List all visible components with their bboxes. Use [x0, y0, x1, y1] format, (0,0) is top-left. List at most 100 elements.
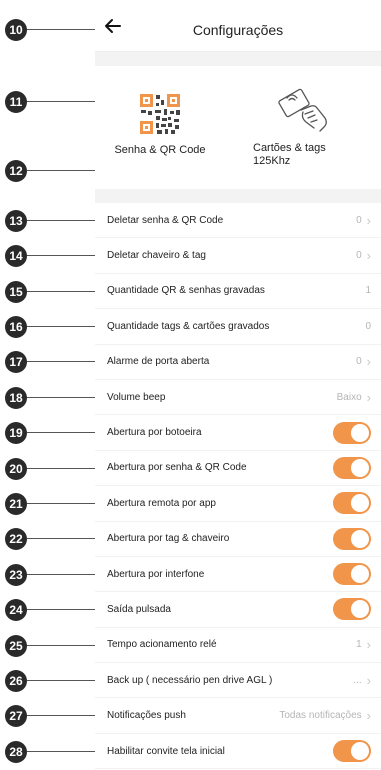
- toggle-switch[interactable]: [333, 421, 371, 444]
- toggle-knob: [351, 529, 369, 548]
- cards-tags-label-line1: Cartões & tags: [253, 142, 326, 154]
- toggle-knob: [351, 494, 369, 513]
- callout-number: 14: [5, 245, 27, 268]
- settings-row-value: 0: [356, 214, 362, 226]
- settings-row-label: Habilitar convite tela inicial: [107, 745, 225, 757]
- callout-number: 22: [5, 528, 27, 551]
- chevron-right-icon: ›: [366, 708, 371, 724]
- settings-row[interactable]: Abertura por interfone: [95, 557, 381, 593]
- settings-row-label: Abertura por senha & QR Code: [107, 462, 247, 474]
- callout-number: 16: [5, 315, 27, 338]
- callout-21: 21: [0, 492, 104, 515]
- settings-row-label: Abertura por botoeira: [107, 427, 202, 439]
- chevron-right-icon: ›: [366, 672, 371, 688]
- toggle-knob: [351, 458, 369, 477]
- callout-20: 20: [0, 457, 104, 480]
- settings-row-label: Quantidade QR & senhas gravadas: [107, 285, 265, 297]
- callout-line: [27, 29, 103, 30]
- callout-line: [27, 325, 104, 327]
- settings-row[interactable]: Alarme de porta aberta 0 ›: [95, 345, 381, 380]
- callout-27: 27: [0, 705, 104, 728]
- callout-26: 26: [0, 669, 104, 692]
- cards-tags-tile[interactable]: Cartões & tags 125Khz: [253, 82, 373, 168]
- settings-row-label: Quantidade tags & cartões gravados: [107, 320, 270, 332]
- callout-line: [27, 609, 104, 611]
- settings-row-value-group: 0 ›: [356, 355, 371, 368]
- settings-row-label: Back up ( necessário pen drive AGL ): [107, 674, 273, 686]
- toggle-knob: [351, 600, 369, 619]
- toggle-switch[interactable]: [333, 563, 371, 586]
- cards-tags-label-line2: 125Khz: [253, 155, 291, 167]
- chevron-right-icon: ›: [366, 389, 371, 405]
- callout-number: 18: [5, 386, 27, 409]
- toggle-knob: [351, 565, 369, 584]
- settings-row[interactable]: Notificações push Todas notificações ›: [95, 698, 381, 734]
- callout-line: [27, 467, 104, 469]
- callout-number: 12: [5, 160, 27, 182]
- settings-row-value-group: 1 ›: [356, 638, 371, 651]
- callout-18: 18: [0, 386, 104, 409]
- settings-row-value: 1: [356, 639, 362, 651]
- settings-row[interactable]: Abertura por senha & QR Code: [95, 451, 381, 487]
- callout-15: 15: [0, 280, 104, 303]
- callout-number: 28: [5, 740, 27, 763]
- section-divider: [95, 189, 381, 203]
- settings-row-label: Abertura remota por app: [107, 497, 216, 509]
- callout-line: [27, 255, 104, 257]
- settings-row[interactable]: Abertura por tag & chaveiro: [95, 522, 381, 557]
- callout-22: 22: [0, 528, 104, 551]
- qr-code-tile-label: Senha & QR Code: [114, 144, 206, 156]
- settings-row-value-group: 0 ›: [356, 249, 371, 262]
- callout-line: [27, 502, 104, 504]
- settings-row-value: Baixo: [336, 391, 362, 403]
- settings-row[interactable]: Deletar chaveiro & tag 0 ›: [95, 238, 381, 274]
- settings-row-label: Tempo acionamento relé: [107, 639, 217, 651]
- toggle-switch[interactable]: [333, 456, 371, 479]
- toggle-switch[interactable]: [333, 527, 371, 550]
- settings-row-value: 0: [356, 250, 362, 262]
- toggle-switch[interactable]: [333, 740, 371, 763]
- settings-row-label: Notificações push: [107, 710, 186, 722]
- app-header: Configurações: [95, 0, 381, 52]
- callout-line: [27, 679, 104, 681]
- callout-11: 11: [0, 91, 123, 113]
- callout-14: 14: [0, 245, 104, 268]
- qr-code-tile[interactable]: Senha & QR Code: [105, 92, 215, 157]
- settings-row-label: Volume beep: [107, 391, 166, 403]
- toggle-switch[interactable]: [333, 598, 371, 621]
- callout-line: [27, 750, 104, 752]
- settings-row[interactable]: Deletar senha & QR Code 0 ›: [95, 203, 381, 239]
- settings-row[interactable]: Habilitar convite tela inicial: [95, 734, 381, 770]
- settings-row[interactable]: Volume beep Baixo ›: [95, 380, 381, 416]
- settings-row[interactable]: Back up ( necessário pen drive AGL ) ... ›: [95, 663, 381, 699]
- settings-row[interactable]: Tempo acionamento relé 1 ›: [95, 628, 381, 664]
- settings-row-label: Abertura por tag & chaveiro: [107, 533, 230, 545]
- settings-row[interactable]: Quantidade tags & cartões gravados 0: [95, 309, 381, 345]
- callout-line: [27, 219, 104, 221]
- settings-row[interactable]: Abertura por botoeira: [95, 415, 381, 451]
- callout-12: 12: [0, 160, 100, 182]
- callout-17: 17: [0, 351, 104, 374]
- callout-line: [27, 715, 104, 717]
- callout-28: 28: [0, 740, 104, 763]
- chevron-right-icon: ›: [366, 354, 371, 370]
- chevron-right-icon: ›: [366, 248, 371, 264]
- settings-row-value-group: ... ›: [353, 674, 371, 687]
- toggle-switch[interactable]: [333, 492, 371, 515]
- rfid-card-hand-icon: [278, 88, 327, 132]
- settings-row-label: Saída pulsada: [107, 603, 171, 615]
- callout-line: [27, 644, 104, 646]
- settings-row[interactable]: Abertura remota por app: [95, 486, 381, 522]
- callout-line: [27, 432, 104, 434]
- callout-number: 21: [5, 492, 27, 515]
- settings-row[interactable]: Saída pulsada: [95, 592, 381, 628]
- settings-row-value: Todas notificações: [279, 710, 362, 722]
- callout-23: 23: [0, 563, 104, 586]
- settings-row-value: 1: [365, 285, 371, 297]
- callout-number: 25: [5, 634, 27, 657]
- callout-number: 23: [5, 563, 27, 586]
- callout-16: 16: [0, 315, 104, 338]
- settings-row[interactable]: Quantidade QR & senhas gravadas 1: [95, 274, 381, 310]
- callout-line: [27, 573, 104, 575]
- callout-number: 11: [5, 91, 27, 113]
